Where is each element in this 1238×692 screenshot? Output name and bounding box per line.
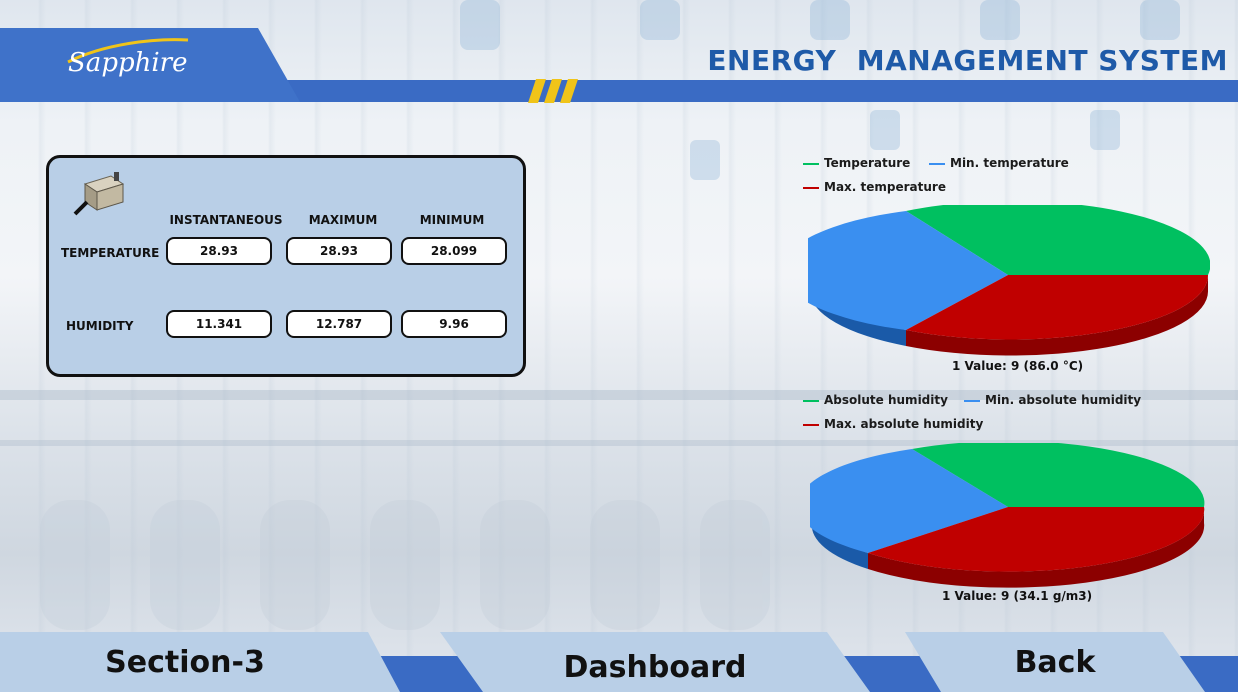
legend-item-absolute-humidity: Absolute humidity	[803, 393, 948, 407]
legend-label: Temperature	[824, 156, 911, 170]
section-3-button[interactable]: Section-3	[0, 632, 400, 692]
legend-item-max-temperature: Max. temperature	[803, 180, 946, 194]
back-button[interactable]: Back	[905, 632, 1205, 692]
legend-swatch-blue	[964, 399, 980, 402]
legend-swatch-red	[803, 186, 819, 189]
legend-item-min-absolute-humidity: Min. absolute humidity	[964, 393, 1141, 407]
legend-swatch-red	[803, 423, 819, 426]
temperature-minimum-value: 28.099	[401, 237, 507, 265]
col-head-instantaneous: INSTANTANEOUS	[169, 213, 283, 227]
humidity-minimum-value: 9.96	[401, 310, 507, 338]
section-3-label: Section-3	[105, 644, 265, 680]
sensor-panel: INSTANTANEOUS MAXIMUM MINIMUM TEMPERATUR…	[46, 155, 526, 377]
humidity-instantaneous-value: 11.341	[166, 310, 272, 338]
legend-item-max-absolute-humidity: Max. absolute humidity	[803, 417, 983, 431]
legend-swatch-green	[803, 162, 819, 165]
back-label: Back	[1014, 644, 1096, 680]
row-head-temperature: TEMPERATURE	[61, 246, 160, 260]
humidity-pie-caption: 1 Value: 9 (34.1 g/m3)	[942, 589, 1093, 603]
sensor-device-icon	[73, 172, 125, 216]
legend-swatch-green	[803, 399, 819, 402]
temperature-pie-caption: 1 Value: 9 (86.0 °C)	[952, 359, 1084, 373]
humidity-pie-chart	[810, 443, 1205, 588]
legend-item-temperature: Temperature	[803, 156, 910, 170]
legend-label: Min. temperature	[950, 156, 1069, 170]
company-logo: Sapphire	[68, 48, 188, 78]
legend-swatch-blue	[929, 162, 945, 165]
legend-label: Max. temperature	[824, 180, 946, 194]
legend-label: Min. absolute humidity	[985, 393, 1142, 407]
dashboard-label: Dashboard	[563, 649, 747, 685]
yellow-stripes-icon	[528, 79, 578, 103]
temperature-maximum-value: 28.93	[286, 237, 392, 265]
legend-item-min-temperature: Min. temperature	[929, 156, 1069, 170]
temperature-pie-chart	[808, 205, 1210, 356]
legend-label: Max. absolute humidity	[824, 417, 984, 431]
dashboard-button[interactable]: Dashboard	[440, 632, 870, 692]
humidity-maximum-value: 12.787	[286, 310, 392, 338]
temperature-instantaneous-value: 28.93	[166, 237, 272, 265]
row-head-humidity: HUMIDITY	[66, 319, 134, 333]
col-head-minimum: MINIMUM	[419, 213, 485, 227]
legend-label: Absolute humidity	[824, 393, 948, 407]
app-title: ENERGY MANAGEMENT SYSTEM	[707, 44, 1228, 77]
